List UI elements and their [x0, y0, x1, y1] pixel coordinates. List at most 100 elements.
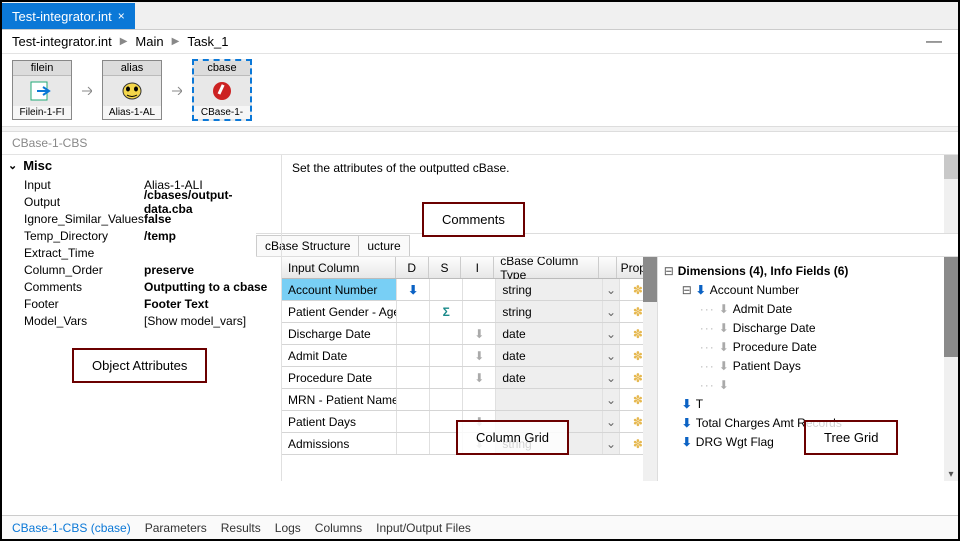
bottom-tab-columns[interactable]: Columns — [315, 521, 362, 535]
type-dropdown-icon[interactable]: ⌄ — [603, 279, 620, 300]
attribute-row[interactable]: Model_Vars[Show model_vars] — [24, 312, 281, 329]
col-type[interactable]: cBase Column Type — [494, 257, 599, 278]
s-cell[interactable] — [430, 323, 463, 344]
s-cell[interactable]: Σ — [430, 301, 463, 322]
gear-icon[interactable]: ✽ — [633, 283, 643, 297]
attribute-row[interactable]: CommentsOutputting to a cbase — [24, 278, 281, 295]
input-column-cell[interactable]: Discharge Date — [282, 323, 397, 344]
collapse-icon[interactable]: ⌄ — [8, 159, 17, 172]
s-cell[interactable] — [430, 389, 463, 410]
type-cell[interactable]: string — [496, 279, 602, 300]
attribute-row[interactable]: Temp_Directory/temp — [24, 227, 281, 244]
scroll-thumb[interactable] — [944, 155, 958, 179]
bottom-tab-parameters[interactable]: Parameters — [145, 521, 207, 535]
chevron-down-icon[interactable]: ▾ — [944, 467, 958, 481]
table-row[interactable]: Account Number⬇string⌄✽ — [282, 279, 657, 301]
tree-item[interactable]: ··· ⬇Patient Days — [664, 356, 952, 375]
gear-icon[interactable]: ✽ — [633, 349, 643, 363]
node-filein[interactable]: filein Filein-1-FI — [12, 60, 72, 120]
scroll-thumb[interactable] — [643, 257, 657, 302]
gear-icon[interactable]: ✽ — [633, 305, 643, 319]
type-cell[interactable]: string — [496, 301, 602, 322]
gear-icon[interactable]: ✽ — [633, 327, 643, 341]
type-dropdown-icon[interactable]: ⌄ — [603, 367, 620, 388]
col-i[interactable]: I — [461, 257, 494, 278]
type-cell[interactable]: date — [496, 323, 602, 344]
col-s[interactable]: S — [429, 257, 462, 278]
table-row[interactable]: Admit Date ⬇date⌄ ✽ — [282, 345, 657, 367]
input-column-cell[interactable]: MRN - Patient Name — [282, 389, 397, 410]
input-column-cell[interactable]: Patient Gender - Age ... — [282, 301, 397, 322]
gear-icon[interactable]: ✽ — [633, 393, 643, 407]
attribute-row[interactable]: Output/cbases/output-data.cba — [24, 193, 281, 210]
i-cell[interactable] — [463, 389, 496, 410]
gear-icon[interactable]: ✽ — [633, 437, 643, 451]
scrollbar[interactable] — [944, 155, 958, 233]
type-dropdown-icon[interactable]: ⌄ — [603, 345, 620, 366]
table-row[interactable]: Patient Gender - Age ... Σstring⌄ ✽ — [282, 301, 657, 323]
type-dropdown-icon[interactable]: ⌄ — [603, 323, 620, 344]
close-icon[interactable]: × — [118, 9, 125, 23]
breadcrumb-task[interactable]: Task_1 — [187, 34, 228, 49]
breadcrumb-main[interactable]: Main — [135, 34, 163, 49]
file-tab[interactable]: Test-integrator.int × — [2, 3, 135, 29]
i-cell[interactable] — [463, 301, 496, 322]
i-cell[interactable] — [463, 279, 496, 300]
input-column-cell[interactable]: Admissions — [282, 433, 397, 454]
breadcrumb-file[interactable]: Test-integrator.int — [12, 34, 112, 49]
type-cell[interactable]: date — [496, 345, 602, 366]
attribute-row[interactable]: Extract_Time — [24, 244, 281, 261]
col-d[interactable]: D — [396, 257, 429, 278]
d-cell[interactable] — [397, 323, 430, 344]
table-row[interactable]: Discharge Date ⬇date⌄ ✽ — [282, 323, 657, 345]
i-cell[interactable]: ⬇ — [463, 323, 496, 344]
type-cell[interactable] — [496, 389, 602, 410]
grid-scrollbar[interactable] — [643, 257, 657, 481]
gear-icon[interactable]: ✽ — [633, 371, 643, 385]
table-row[interactable]: MRN - Patient Name ⌄ ✽ — [282, 389, 657, 411]
comments-box[interactable]: Set the attributes of the outputted cBas… — [282, 155, 958, 233]
bottom-tab-io-files[interactable]: Input/Output Files — [376, 521, 471, 535]
tree-item[interactable]: ··· ⬇Procedure Date — [664, 337, 952, 356]
type-dropdown-icon[interactable]: ⌄ — [603, 301, 620, 322]
type-dropdown-icon[interactable]: ⌄ — [603, 411, 620, 432]
d-cell[interactable] — [397, 301, 430, 322]
i-cell[interactable]: ⬇ — [463, 345, 496, 366]
type-cell[interactable]: date — [496, 367, 602, 388]
type-dropdown-icon[interactable]: ⌄ — [603, 433, 620, 454]
col-input[interactable]: Input Column — [282, 257, 396, 278]
s-cell[interactable] — [430, 367, 463, 388]
tree-item[interactable]: ··· ⬇Discharge Date — [664, 318, 952, 337]
bottom-tab-cbase[interactable]: CBase-1-CBS (cbase) — [12, 521, 131, 535]
misc-section-header[interactable]: ⌄ Misc — [2, 155, 281, 176]
table-row[interactable]: Procedure Date ⬇date⌄ ✽ — [282, 367, 657, 389]
gear-icon[interactable]: ✽ — [633, 415, 643, 429]
tree-item[interactable]: ··· ⬇ — [664, 375, 952, 394]
tree-root[interactable]: ⊟ Dimensions (4), Info Fields (6) — [664, 261, 952, 280]
s-cell[interactable] — [430, 345, 463, 366]
d-cell[interactable] — [397, 389, 430, 410]
input-column-cell[interactable]: Patient Days — [282, 411, 397, 432]
attribute-row[interactable]: FooterFooter Text — [24, 295, 281, 312]
d-cell[interactable] — [397, 411, 430, 432]
type-dropdown-icon[interactable]: ⌄ — [603, 389, 620, 410]
expander-icon[interactable]: ⊟ — [664, 264, 674, 278]
bottom-tab-logs[interactable]: Logs — [275, 521, 301, 535]
input-column-cell[interactable]: Admit Date — [282, 345, 397, 366]
s-cell[interactable] — [430, 279, 463, 300]
input-column-cell[interactable]: Account Number — [282, 279, 397, 300]
i-cell[interactable]: ⬇ — [463, 367, 496, 388]
d-cell[interactable] — [397, 433, 430, 454]
tree-item[interactable]: ⊟⬇Account Number — [664, 280, 952, 299]
tab-structure[interactable]: ucture — [358, 235, 409, 256]
node-alias[interactable]: alias Alias-1-AL — [102, 60, 162, 120]
input-column-cell[interactable]: Procedure Date — [282, 367, 397, 388]
node-cbase[interactable]: cbase CBase-1- — [192, 59, 252, 121]
scroll-thumb[interactable] — [944, 257, 958, 357]
d-cell[interactable] — [397, 345, 430, 366]
tree-item[interactable]: ⬇T — [664, 394, 952, 413]
bottom-tab-results[interactable]: Results — [221, 521, 261, 535]
d-cell[interactable] — [397, 367, 430, 388]
expander-icon[interactable]: ⊟ — [682, 283, 692, 297]
attribute-row[interactable]: Column_Orderpreserve — [24, 261, 281, 278]
